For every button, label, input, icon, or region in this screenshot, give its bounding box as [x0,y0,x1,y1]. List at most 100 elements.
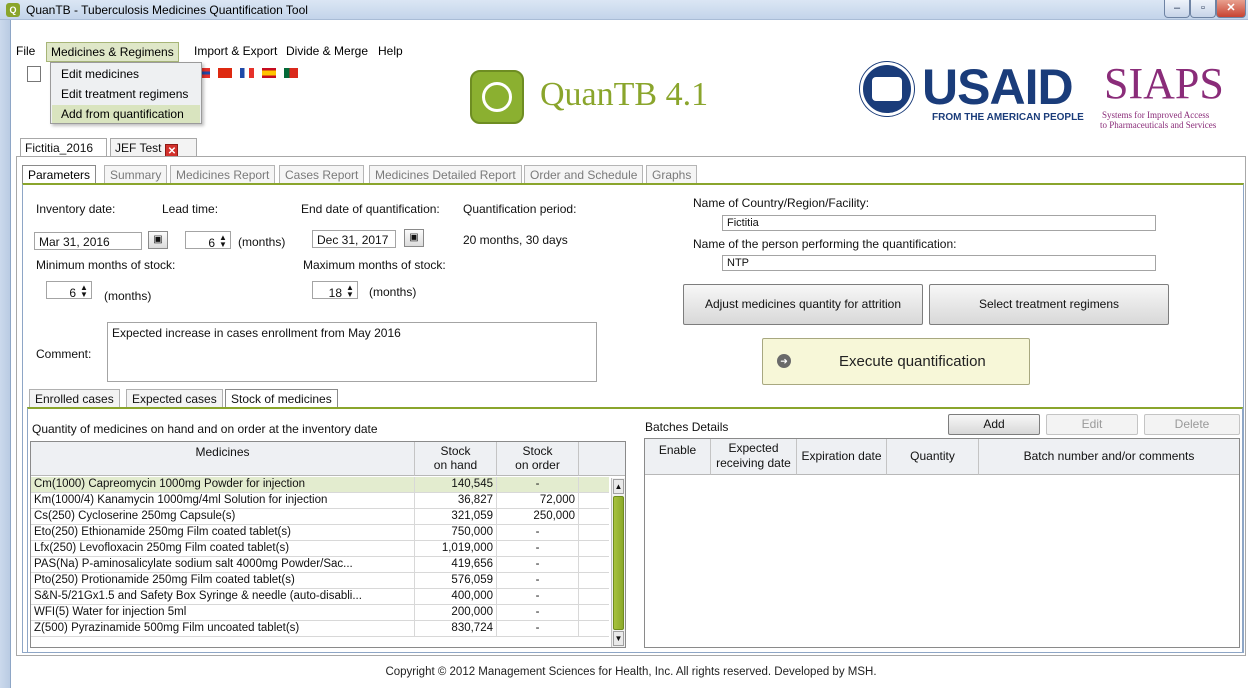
tab-cases-report[interactable]: Cases Report [279,165,365,183]
stock-on-order[interactable]: - [497,541,579,557]
end-date-field[interactable]: Dec 31, 2017 [312,230,396,248]
vertical-scrollbar[interactable]: ▲ ▼ [611,478,625,647]
stock-on-order[interactable]: - [497,589,579,605]
stock-on-order[interactable]: 250,000 [497,509,579,525]
spinner-arrows-icon[interactable]: ▲ ▼ [79,284,89,299]
column-header-expiration-date[interactable]: Expiration date [797,439,887,475]
table-row[interactable]: Cm(1000) Capreomycin 1000mg Powder for i… [31,477,609,493]
column-header-batch-number-comments[interactable]: Batch number and/or comments [979,439,1239,475]
flag-portugal-icon[interactable] [284,68,298,78]
tab-enrolled-cases[interactable]: Enrolled cases [29,389,120,407]
minimize-button[interactable]: – [1164,0,1190,18]
max-stock-spinner[interactable]: 18 ▲ ▼ [312,281,358,300]
execute-quantification-label: Execute quantification [839,353,986,370]
table-row[interactable]: PAS(Na) P-aminosalicylate sodium salt 40… [31,557,609,573]
doc-tab-jef-test[interactable]: JEF Test ✕ [110,138,197,157]
spinner-arrows-icon[interactable]: ▲ ▼ [345,284,355,299]
max-stock-unit: (months) [369,285,417,299]
table-row[interactable]: Cs(250) Cycloserine 250mg Capsule(s) 321… [31,509,609,525]
country-field[interactable]: Fictitia [722,215,1156,231]
tab-order-and-schedule[interactable]: Order and Schedule [524,165,644,183]
menu-file[interactable]: File [16,44,35,58]
stock-on-hand[interactable]: 1,019,000 [415,541,497,557]
delete-batch-button[interactable]: Delete [1144,414,1240,435]
column-header-enable[interactable]: Enable [645,439,711,475]
inventory-date-field[interactable]: Mar 31, 2016 [34,232,142,250]
stock-on-hand[interactable]: 419,656 [415,557,497,573]
scrollbar-thumb[interactable] [613,496,624,630]
stock-on-hand[interactable]: 321,059 [415,509,497,525]
column-header-quantity[interactable]: Quantity [887,439,979,475]
tab-summary[interactable]: Summary [104,165,168,183]
stock-on-order[interactable]: - [497,557,579,573]
menu-item-add-from-quantification[interactable]: Add from quantification [61,107,184,121]
table-row[interactable]: WFI(5) Water for injection 5ml 200,000 - [31,605,609,621]
stock-on-hand[interactable]: 36,827 [415,493,497,509]
column-header-stock-on-order[interactable]: Stock on order [497,442,579,476]
menu-item-edit-treatment-regimens[interactable]: Edit treatment regimens [61,87,188,101]
lead-time-spinner[interactable]: 6 ▲ ▼ [185,231,231,250]
table-row[interactable]: Km(1000/4) Kanamycin 1000mg/4ml Solution… [31,493,609,509]
max-stock-value: 18 [328,286,342,300]
stock-on-order[interactable]: - [497,605,579,621]
copyright-footer: Copyright © 2012 Management Sciences for… [385,666,877,678]
table-row[interactable]: Lfx(250) Levofloxacin 250mg Film coated … [31,541,609,557]
new-document-icon[interactable] [27,66,41,82]
tab-expected-cases[interactable]: Expected cases [126,389,223,407]
table-row[interactable]: S&N-5/21Gx1.5 and Safety Box Syringe & n… [31,589,609,605]
column-header-expected-receiving-date[interactable]: Expected receiving date [711,439,797,475]
table-row[interactable]: Eto(250) Ethionamide 250mg Film coated t… [31,525,609,541]
window-left-border [0,20,11,688]
scroll-up-icon[interactable]: ▲ [613,479,624,494]
stock-on-hand[interactable]: 830,724 [415,621,497,637]
tab-medicines-detailed-report[interactable]: Medicines Detailed Report [369,165,522,183]
siaps-tagline-line2: to Pharmaceuticals and Services [1100,120,1217,130]
stock-on-order[interactable]: - [497,477,579,493]
tab-graphs[interactable]: Graphs [646,165,698,183]
execute-quantification-button[interactable]: ➜ Execute quantification [762,338,1030,385]
menu-help[interactable]: Help [378,44,403,58]
add-batch-button[interactable]: Add [948,414,1040,435]
medicines-regimens-dropdown: Edit medicines Edit treatment regimens A… [50,62,202,124]
comment-textarea[interactable]: Expected increase in cases enrollment fr… [107,322,597,382]
window-title: QuanTB - Tuberculosis Medicines Quantifi… [26,3,308,17]
stock-on-hand[interactable]: 200,000 [415,605,497,621]
spinner-arrows-icon[interactable]: ▲ ▼ [218,234,228,249]
window-title-bar[interactable]: Q QuanTB - Tuberculosis Medicines Quanti… [0,0,1248,20]
medicine-name: Cm(1000) Capreomycin 1000mg Powder for i… [31,477,415,493]
col-on-hand-line1: Stock [440,444,471,458]
menu-item-edit-medicines[interactable]: Edit medicines [61,67,139,81]
column-header-medicines[interactable]: Medicines [31,442,415,476]
stock-on-order[interactable]: - [497,573,579,589]
stock-on-order[interactable]: - [497,621,579,637]
flag-france-icon[interactable] [240,68,254,78]
stock-on-order[interactable]: - [497,525,579,541]
table-row[interactable]: Pto(250) Protionamide 250mg Film coated … [31,573,609,589]
flag-spain-icon[interactable] [262,68,276,78]
close-window-button[interactable]: ✕ [1216,0,1246,18]
stock-on-hand[interactable]: 400,000 [415,589,497,605]
calendar-icon[interactable]: ▣ [148,231,168,249]
scroll-down-icon[interactable]: ▼ [613,631,624,646]
edit-batch-button[interactable]: Edit [1046,414,1138,435]
column-header-stock-on-hand[interactable]: Stock on hand [415,442,497,476]
tab-stock-of-medicines[interactable]: Stock of medicines [225,389,338,407]
tab-medicines-report[interactable]: Medicines Report [170,165,276,183]
tab-parameters[interactable]: Parameters [22,165,97,183]
adjust-attrition-button[interactable]: Adjust medicines quantity for attrition [683,284,923,325]
stock-on-hand[interactable]: 750,000 [415,525,497,541]
min-stock-spinner[interactable]: 6 ▲ ▼ [46,281,92,300]
select-regimens-button[interactable]: Select treatment regimens [929,284,1169,325]
stock-on-hand[interactable]: 140,545 [415,477,497,493]
maximize-button[interactable]: ▫ [1190,0,1216,18]
person-field[interactable]: NTP [722,255,1156,271]
menu-medicines-regimens[interactable]: Medicines & Regimens [46,42,179,62]
stock-on-hand[interactable]: 576,059 [415,573,497,589]
calendar-icon[interactable]: ▣ [404,229,424,247]
doc-tab-fictitia[interactable]: Fictitia_2016✕ [20,138,107,171]
menu-import-export[interactable]: Import & Export [194,44,277,58]
table-row[interactable]: Z(500) Pyrazinamide 500mg Film uncoated … [31,621,609,637]
flag-china-icon[interactable] [218,68,232,78]
menu-divide-merge[interactable]: Divide & Merge [286,44,368,58]
stock-on-order[interactable]: 72,000 [497,493,579,509]
